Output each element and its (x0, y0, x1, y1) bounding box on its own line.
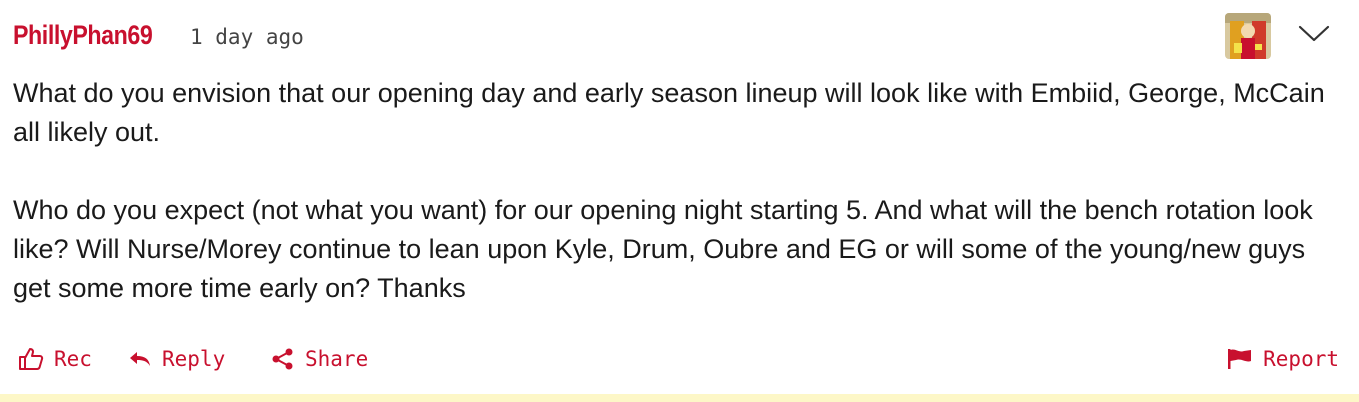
avatar-image (1225, 13, 1271, 59)
share-icon (272, 348, 293, 370)
avatar[interactable] (1225, 13, 1271, 59)
comment-card: PhillyPhan69 1 day ago What do you envis… (0, 0, 1359, 402)
comment-paragraph: Who do you expect (not what you want) fo… (13, 195, 1313, 303)
share-button[interactable]: Share (271, 340, 368, 378)
reply-button[interactable]: Reply (128, 340, 225, 378)
timestamp: 1 day ago (190, 25, 304, 49)
username-link[interactable]: PhillyPhan69 (13, 20, 153, 51)
comment-actions: Rec Reply Share Report (18, 340, 1339, 380)
flag-icon (1228, 349, 1252, 369)
chevron-down-icon[interactable] (1297, 22, 1331, 44)
comment-body: What do you envision that our opening da… (13, 74, 1333, 308)
report-label: Report (1263, 347, 1339, 371)
share-label: Share (305, 347, 369, 371)
thumbs-up-icon (19, 348, 44, 370)
reply-arrow-icon (130, 352, 150, 366)
comment-header: PhillyPhan69 1 day ago (13, 20, 304, 51)
highlight-bar (0, 394, 1359, 402)
rec-label: Rec (54, 347, 92, 371)
comment-paragraph: What do you envision that our opening da… (13, 78, 1325, 147)
report-button[interactable]: Report (1227, 340, 1339, 378)
reply-label: Reply (162, 347, 226, 371)
rec-button[interactable]: Rec (18, 340, 92, 378)
